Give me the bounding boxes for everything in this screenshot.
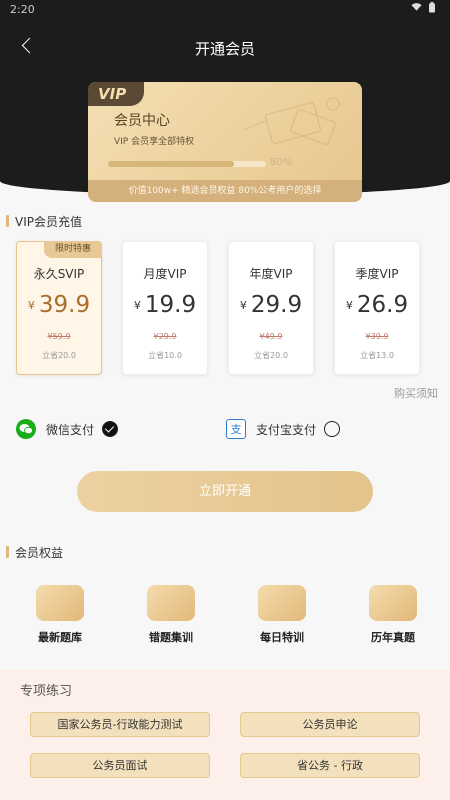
save-amount: 立省13.0 (360, 351, 394, 360)
currency-symbol: ¥ (133, 299, 141, 312)
save-amount: 立省20.0 (42, 351, 76, 360)
original-price: ¥39.9 (365, 332, 389, 341)
plan-card-monthly[interactable]: 月度VIP ¥19.9 ¥29.9 立省10.0 (122, 241, 208, 375)
currency-symbol: ¥ (239, 299, 247, 312)
page-title: 开通会员 (194, 40, 255, 58)
daily-training-icon (258, 585, 306, 621)
benefit-label: 每日特训 (260, 631, 304, 644)
currency-symbol: ¥ (27, 299, 35, 312)
plan-price: ¥19.9 (123, 292, 207, 318)
limited-offer-tag: 限时特惠 (44, 241, 102, 258)
benefit-label: 错题集训 (149, 631, 193, 644)
benefit-past-papers[interactable]: 历年真题 (348, 585, 438, 645)
alipay-icon: 支 (226, 419, 246, 439)
recharge-section-title: VIP会员充值 (6, 213, 82, 230)
price-value: 19.9 (144, 292, 197, 318)
progress-text: 80% (270, 157, 293, 168)
alipay-label: 支付宝支付 (256, 422, 317, 437)
benefit-label: 历年真题 (371, 631, 415, 644)
plan-name: 年度VIP (249, 267, 293, 281)
wechat-icon (16, 419, 36, 439)
original-price: ¥49.9 (259, 332, 283, 341)
practice-title: 专项练习 (20, 684, 73, 699)
progress-bar (108, 161, 266, 167)
price-value: 39.9 (38, 292, 91, 318)
original-price: ¥29.9 (153, 332, 177, 341)
save-amount: 立省10.0 (148, 351, 182, 360)
plan-price: ¥26.9 (335, 292, 419, 318)
status-icons (411, 2, 436, 13)
wechat-pay-option[interactable]: 微信支付 (16, 419, 119, 439)
plan-name: 季度VIP (355, 267, 399, 281)
practice-item[interactable]: 公务员申论 (240, 712, 420, 737)
status-bar: 2:20 (0, 0, 450, 20)
buy-notice-link[interactable]: 购买须知 (394, 385, 438, 401)
benefit-label: 最新题库 (38, 631, 82, 644)
plan-name: 月度VIP (143, 267, 187, 281)
benefits-section-title: 会员权益 (6, 544, 63, 561)
practice-item[interactable]: 国家公务员-行政能力测试 (30, 712, 210, 737)
practice-item[interactable]: 省公务 - 行政 (240, 753, 420, 778)
plan-card-svip[interactable]: 限时特惠 永久SVIP ¥39.9 ¥59.9 立省20.0 (16, 241, 102, 375)
benefit-daily-training[interactable]: 每日特训 (237, 585, 327, 645)
alipay-option[interactable]: 支 支付宝支付 (226, 419, 341, 439)
original-price: ¥59.9 (47, 332, 71, 341)
benefit-question-bank[interactable]: 最新题库 (15, 585, 105, 645)
card-decoration-icon (242, 97, 340, 145)
plan-card-quarterly[interactable]: 季度VIP ¥26.9 ¥39.9 立省13.0 (334, 241, 420, 375)
vip-card: VIP 会员中心 VIP 会员享全部特权 80% 价值100w+ 精选会员权益 … (88, 82, 362, 202)
plan-price: ¥39.9 (17, 292, 101, 318)
benefit-wrong-questions[interactable]: 错题集训 (126, 585, 216, 645)
open-membership-button[interactable]: 立即开通 (77, 471, 373, 512)
battery-icon (429, 2, 435, 13)
wechat-radio[interactable] (102, 421, 119, 437)
price-value: 26.9 (356, 292, 409, 318)
status-time: 2:20 (10, 3, 35, 16)
price-value: 29.9 (250, 292, 303, 318)
practice-item[interactable]: 公务员面试 (30, 753, 210, 778)
card-bottom-text: 价值100w+ 精选会员权益 80%公考用户的选择 (88, 180, 362, 202)
practice-panel: 专项练习 国家公务员-行政能力测试 公务员申论 公务员面试 省公务 - 行政 (0, 670, 450, 800)
vip-badge: VIP (88, 82, 144, 106)
wrong-questions-icon (147, 585, 195, 621)
alipay-radio[interactable] (324, 421, 341, 437)
save-amount: 立省20.0 (254, 351, 288, 360)
plan-card-yearly[interactable]: 年度VIP ¥29.9 ¥49.9 立省20.0 (228, 241, 314, 375)
question-bank-icon (36, 585, 84, 621)
past-papers-icon (369, 585, 417, 621)
progress-fill (108, 161, 235, 167)
plan-price: ¥29.9 (229, 292, 313, 318)
plan-name: 永久SVIP (33, 267, 85, 281)
card-subtitle: VIP 会员享全部特权 (114, 137, 195, 147)
card-title: 会员中心 (114, 113, 170, 129)
wechat-pay-label: 微信支付 (46, 422, 95, 437)
currency-symbol: ¥ (345, 299, 353, 312)
wifi-icon (411, 3, 422, 11)
